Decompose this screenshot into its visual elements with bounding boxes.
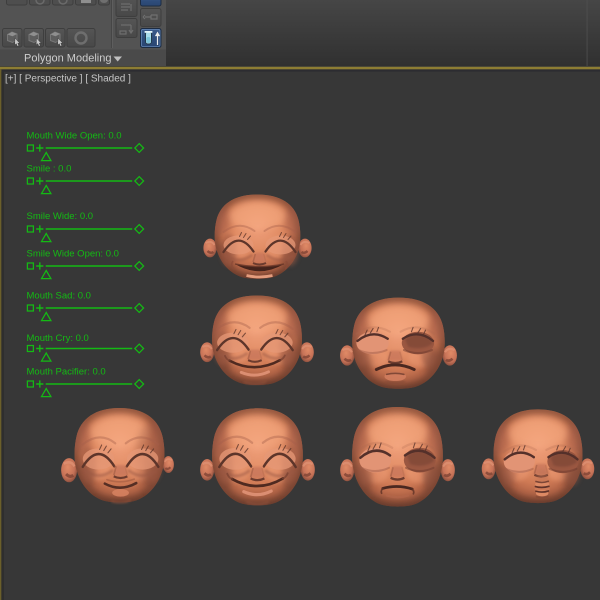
svg-text:Mouth Cry: 0.0: Mouth Cry: 0.0 <box>27 333 89 344</box>
svg-text:[+] [ Perspective ] [ Shaded ]: [+] [ Perspective ] [ Shaded ] <box>5 74 131 85</box>
svg-text:Mouth Pacifier: 0.0: Mouth Pacifier: 0.0 <box>27 367 106 378</box>
svg-text:Smile Wide: 0.0: Smile Wide: 0.0 <box>27 211 94 222</box>
svg-text:Smile Wide Open: 0.0: Smile Wide Open: 0.0 <box>27 249 119 260</box>
svg-text:Polygon Modeling: Polygon Modeling <box>24 53 111 65</box>
svg-text:Smile : 0.0: Smile : 0.0 <box>27 164 72 175</box>
svg-text:Mouth Wide Open: 0.0: Mouth Wide Open: 0.0 <box>27 131 122 142</box>
svg-text:Mouth Sad: 0.0: Mouth Sad: 0.0 <box>27 291 91 302</box>
